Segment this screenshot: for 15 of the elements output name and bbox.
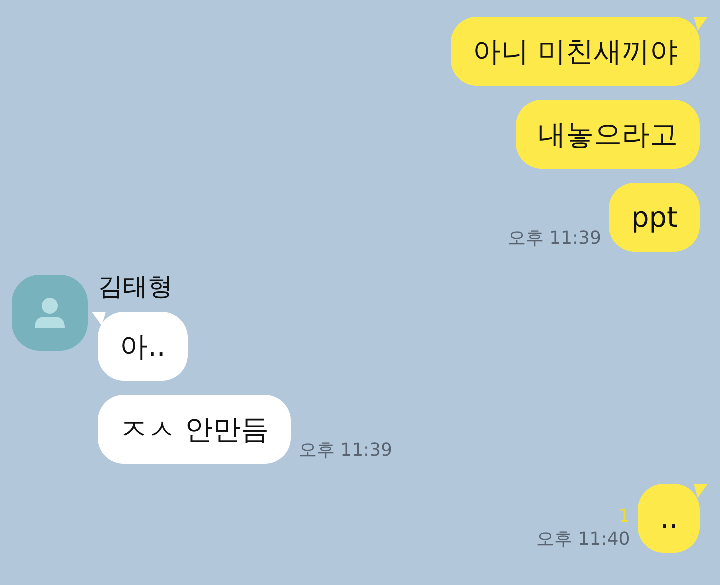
message-bubble: 내놓으라고: [516, 100, 700, 169]
sender-name: 김태형: [97, 272, 174, 302]
message-time: 오후 11:40: [536, 528, 630, 551]
message-time: 오후 11:39: [508, 227, 602, 250]
bubble-tail: [92, 312, 106, 326]
avatar-icon[interactable]: [12, 275, 88, 351]
message-time: 오후 11:39: [298, 439, 393, 462]
message-bubble: ㅈㅅ 안만듬: [98, 395, 291, 464]
message-bubble: ..: [638, 484, 700, 553]
message-bubble: ppt: [609, 183, 700, 252]
message-bubble: 아..: [98, 312, 188, 381]
bubble-tail: [694, 17, 708, 31]
message-bubble: 아니 미친새끼야: [451, 17, 700, 86]
bubble-tail: [694, 484, 708, 498]
unread-count: 1: [618, 506, 630, 527]
